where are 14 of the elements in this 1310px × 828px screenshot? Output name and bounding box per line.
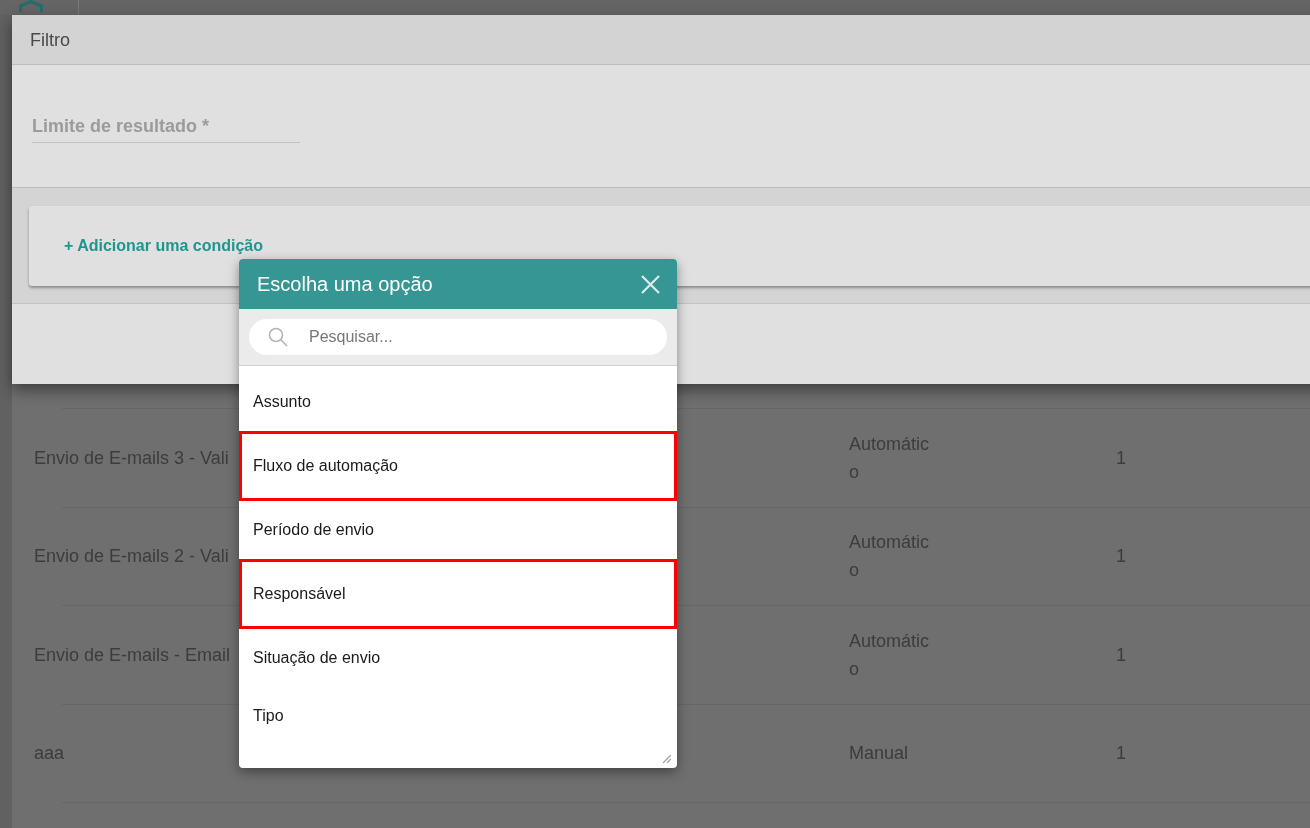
input-field[interactable]: Limite de resultado * (32, 111, 300, 143)
option-item[interactable]: Período de envio (239, 501, 677, 559)
close-icon (640, 274, 660, 294)
dialog-title: Filtro (30, 28, 70, 52)
option-item[interactable]: Situação de envio (239, 629, 677, 687)
option-item[interactable]: Responsável (239, 559, 677, 629)
option-item[interactable]: Tipo (239, 687, 677, 745)
search-field[interactable]: Pesquisar... (249, 319, 667, 355)
option-item[interactable]: Fluxo de automação (239, 431, 677, 501)
close-button[interactable] (639, 273, 661, 295)
option-item[interactable]: Assunto (239, 373, 677, 431)
search-icon (268, 327, 288, 347)
resize-grip-icon[interactable] (662, 754, 671, 763)
picker-title: Escolha uma opção (257, 272, 433, 297)
